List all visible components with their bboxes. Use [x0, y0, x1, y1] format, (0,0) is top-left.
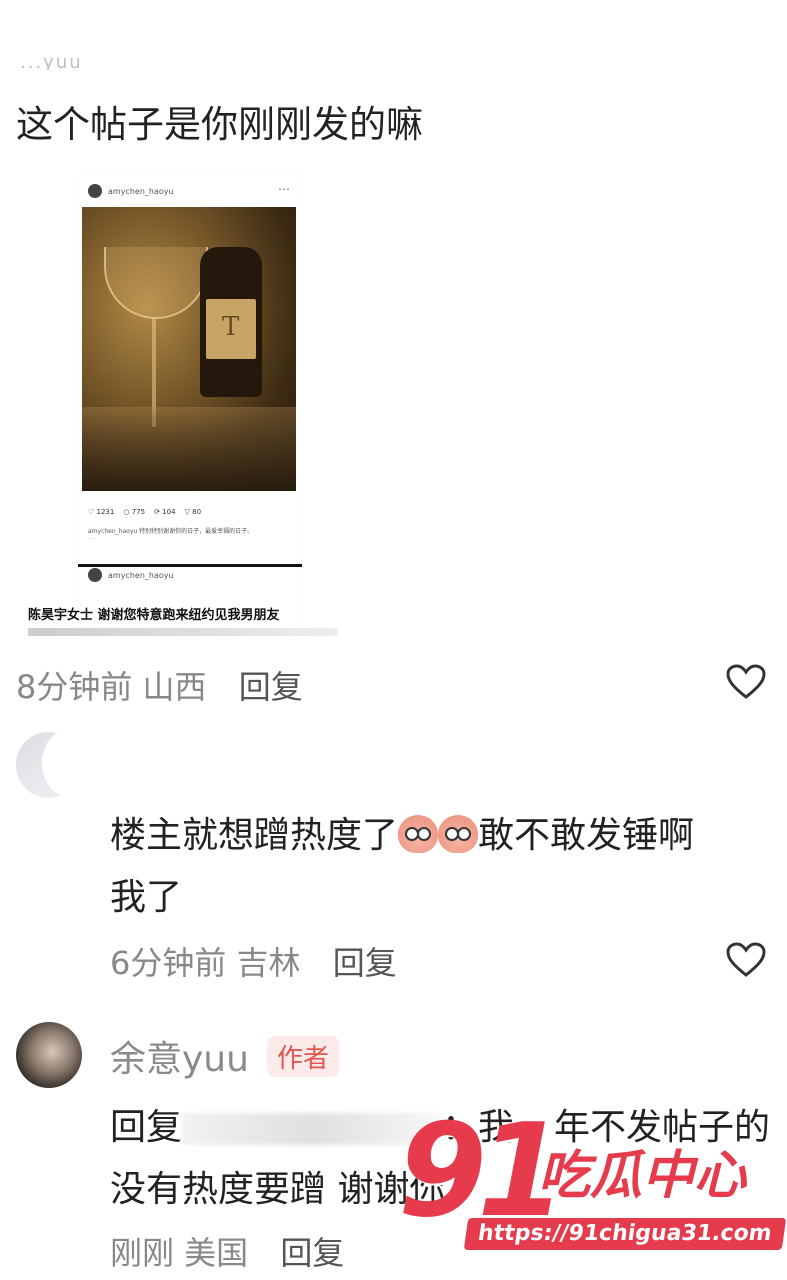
- username[interactable]: 余意yuu: [110, 1030, 249, 1082]
- watermark-logo-number: 91: [398, 1097, 566, 1246]
- screenshot-handle: amychen_haoyu: [108, 186, 174, 196]
- faded-top-text: ...yuu: [20, 52, 83, 70]
- like-icon: ♡ 1231: [88, 508, 115, 516]
- comment-2-reply-button[interactable]: 回复: [280, 1234, 344, 1272]
- wine-photo: T: [82, 207, 296, 491]
- post-text: 这个帖子是你刚刚发的嘛: [16, 103, 423, 146]
- comment-2-meta: 刚刚 美国 回复: [110, 1228, 344, 1274]
- comment-2-header: 余意yuu 作者: [110, 1030, 339, 1082]
- screenshot-caption: amychen_haoyu 特别特别谢谢你的日子，最爱幸福的日子。: [88, 528, 254, 535]
- screenshot-handle-2: amychen_haoyu: [108, 570, 174, 580]
- screenshot-big-text: 陈昊宇女士 谢谢您特意跑来纽约见我男朋友: [28, 608, 280, 623]
- emoji-icon: [438, 815, 479, 853]
- bottle-label-mark: T: [222, 312, 240, 342]
- comment-1-time-location: 6分钟前 吉林: [110, 944, 301, 982]
- comment-2-text-line2: 没有热度要蹭 谢谢你: [110, 1169, 446, 1210]
- avatar[interactable]: [16, 1022, 82, 1088]
- post-reply-button[interactable]: 回复: [239, 668, 303, 706]
- post-meta: 8分钟前 山西 回复: [16, 662, 303, 708]
- watermark-logo-text: 吃瓜中心: [538, 1146, 747, 1206]
- screenshot-header: amychen_haoyu: [88, 184, 174, 198]
- repost-icon: ⟳ 104: [154, 508, 176, 516]
- screenshot-divider: [78, 564, 302, 567]
- moon-shape: [42, 732, 80, 798]
- embedded-screenshot[interactable]: amychen_haoyu ⋯ T ♡ 1231 ○ 775 ⟳ 104 ▽ 8…: [78, 174, 302, 639]
- heart-icon[interactable]: [726, 942, 766, 978]
- comment-icon: ○ 775: [123, 508, 146, 516]
- comment-1-reply-button[interactable]: 回复: [333, 944, 397, 982]
- comment-1-meta: 6分钟前 吉林 回复: [110, 938, 397, 984]
- heart-icon[interactable]: [726, 664, 766, 700]
- share-icon: ▽ 80: [184, 508, 202, 516]
- screenshot-action-row: ♡ 1231 ○ 775 ⟳ 104 ▽ 80: [88, 508, 201, 516]
- screenshot-avatar: [88, 184, 102, 198]
- comment-1-text-line2: 我了: [110, 877, 183, 918]
- avatar[interactable]: [16, 732, 80, 798]
- comment-1-text: 楼主就想蹭热度了 敢不敢发锤啊: [110, 815, 695, 856]
- wine-glass: [104, 247, 208, 319]
- screenshot-header-2: amychen_haoyu: [88, 568, 174, 582]
- emoji-icon: [398, 815, 439, 853]
- screenshot-faded-line: [28, 628, 338, 636]
- more-icon: ⋯: [278, 182, 290, 196]
- watermark-url: https://91chigua31.com: [463, 1218, 786, 1250]
- post-time-location: 8分钟前 山西: [16, 668, 207, 706]
- author-badge: 作者: [266, 1035, 339, 1077]
- table-surface: [82, 407, 296, 491]
- comment-2-time-location: 刚刚 美国: [110, 1234, 249, 1272]
- screenshot-avatar-2: [88, 568, 102, 582]
- screenshot-caption-sub: ····: [88, 536, 95, 542]
